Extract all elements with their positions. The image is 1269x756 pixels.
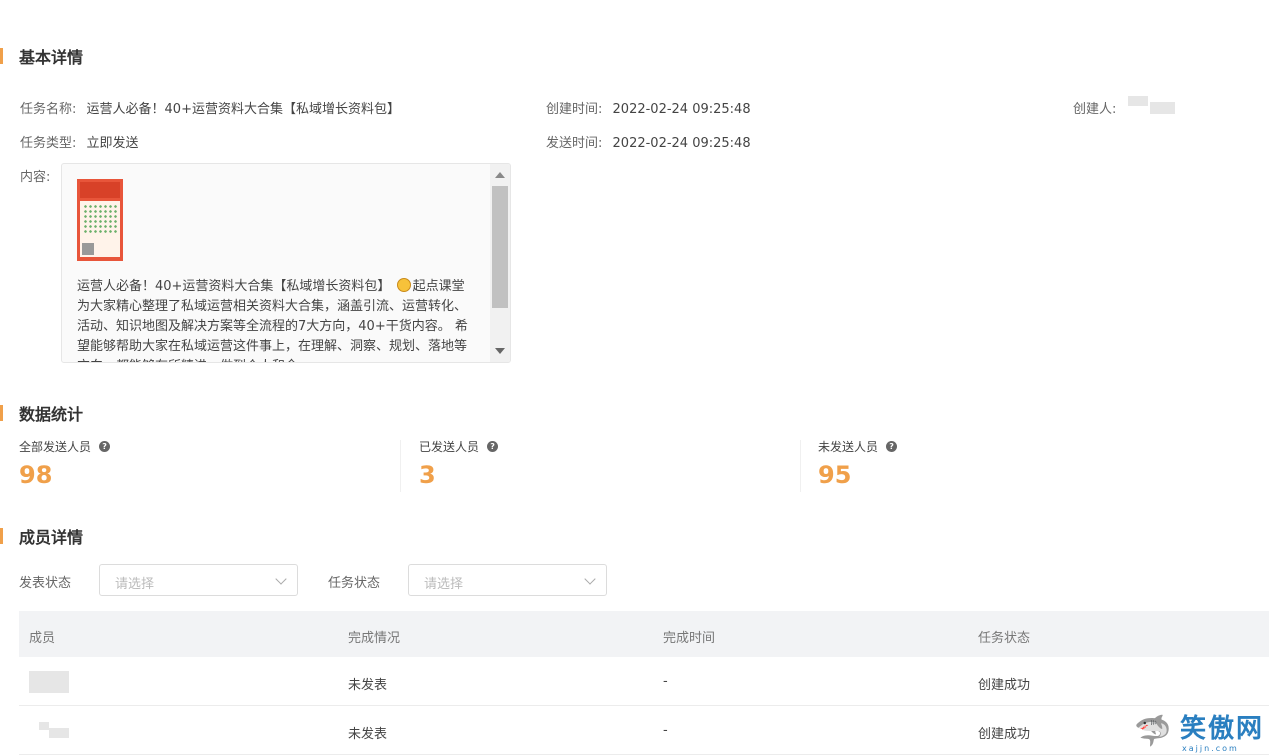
- completion-cell: 未发表: [348, 678, 388, 693]
- thumbnail-header: [80, 182, 120, 198]
- send-time-field: 发送时间: 2022-02-24 09:25:48: [546, 132, 751, 151]
- content-scroll-area[interactable]: 运营人必备！40+运营资料大合集【私域增长资料包】 起点课堂为大家精心整理了私域…: [62, 164, 490, 362]
- stat-divider: [400, 440, 401, 492]
- member-avatar: [39, 722, 49, 730]
- section-accent-bar: [0, 528, 3, 544]
- basic-section-title: 基本详情: [0, 46, 84, 67]
- stat-label-row: 全部发送人员 ?: [19, 438, 399, 455]
- stat-divider: [800, 440, 801, 492]
- members-section-title: 成员详情: [0, 526, 84, 547]
- completion-cell: 未发表: [348, 727, 388, 742]
- task-name-field: 任务名称: 运营人必备！40+运营资料大合集【私域增长资料包】: [20, 98, 400, 117]
- thumbnail-icons: [83, 204, 117, 234]
- stat-value: 95: [818, 461, 852, 489]
- creator-label: 创建人:: [1073, 102, 1117, 117]
- column-header-completion-time: 完成时间: [663, 631, 716, 646]
- watermark-text: 笑傲网: [1180, 714, 1265, 744]
- stat-total-recipients: 全部发送人员 ? 98: [19, 438, 399, 489]
- member-avatar: [49, 728, 69, 738]
- publish-status-label: 发表状态: [19, 576, 72, 591]
- content-label: 内容:: [20, 170, 51, 185]
- task-status-cell: 创建成功: [978, 727, 1031, 742]
- creator-blur: [1128, 96, 1148, 106]
- scroll-down-icon[interactable]: [495, 348, 505, 354]
- stat-label: 未发送人员: [818, 440, 879, 454]
- content-text-line1: 运营人必备！40+运营资料大合集【私域增长资料包】: [77, 279, 391, 294]
- help-icon[interactable]: ?: [886, 441, 898, 452]
- created-time-field: 创建时间: 2022-02-24 09:25:48: [546, 98, 751, 117]
- stat-label: 全部发送人员: [19, 440, 92, 454]
- watermark-logo: 🦈 笑傲网 xajjn.com: [1132, 712, 1269, 756]
- content-text: 运营人必备！40+运营资料大合集【私域增长资料包】 起点课堂为大家精心整理了私域…: [77, 277, 477, 362]
- column-header-task-status: 任务状态: [978, 631, 1031, 646]
- stat-value: 98: [19, 461, 53, 489]
- smile-emoji-icon: [396, 278, 411, 292]
- select-placeholder: 请选择: [115, 577, 155, 592]
- publish-status-select[interactable]: 请选择: [99, 564, 298, 596]
- task-status-cell: 创建成功: [978, 678, 1031, 693]
- task-type-value: 立即发送: [86, 136, 139, 151]
- help-icon[interactable]: ?: [99, 441, 111, 452]
- stats-section-title: 数据统计: [0, 403, 84, 424]
- creator-field: 创建人:: [1073, 98, 1116, 117]
- section-accent-bar: [0, 48, 3, 64]
- chevron-down-icon: [584, 573, 596, 585]
- stat-unsent-recipients: 未发送人员 ? 95: [818, 438, 1198, 489]
- task-type-field: 任务类型: 立即发送: [20, 132, 139, 151]
- chevron-down-icon: [275, 573, 287, 585]
- stat-label: 已发送人员: [419, 440, 480, 454]
- task-status-label: 任务状态: [328, 576, 381, 591]
- task-type-label: 任务类型:: [20, 136, 77, 151]
- shark-logo-icon: 🦈: [1134, 714, 1172, 749]
- created-time-label: 创建时间:: [546, 102, 603, 117]
- members-section-heading: 成员详情: [19, 528, 84, 547]
- select-placeholder: 请选择: [424, 577, 464, 592]
- creator-blur: [1150, 102, 1175, 114]
- scroll-up-icon[interactable]: [495, 172, 505, 178]
- task-status-select[interactable]: 请选择: [408, 564, 607, 596]
- stat-label-row: 未发送人员 ?: [818, 438, 1198, 455]
- members-table: 成员 完成情况 完成时间 任务状态 未发表 - 创建成功 未发表 - 创建成功: [19, 611, 1269, 755]
- stats-section-heading: 数据统计: [19, 405, 84, 424]
- qr-code-icon: [82, 243, 94, 255]
- task-name-value: 运营人必备！40+运营资料大合集【私域增长资料包】: [86, 102, 400, 117]
- content-scrollbar[interactable]: [490, 164, 510, 362]
- column-header-completion: 完成情况: [348, 631, 401, 646]
- created-time-value: 2022-02-24 09:25:48: [612, 102, 751, 117]
- column-header-member: 成员: [29, 631, 56, 646]
- task-name-label: 任务名称:: [20, 102, 77, 117]
- send-time-value: 2022-02-24 09:25:48: [612, 136, 751, 151]
- stat-label-row: 已发送人员 ?: [419, 438, 799, 455]
- content-box[interactable]: 运营人必备！40+运营资料大合集【私域增长资料包】 起点课堂为大家精心整理了私域…: [61, 163, 511, 363]
- content-image-thumbnail[interactable]: [77, 179, 123, 261]
- help-icon[interactable]: ?: [487, 441, 499, 452]
- completion-time-cell: -: [663, 674, 668, 689]
- section-accent-bar: [0, 405, 3, 421]
- completion-time-cell: -: [663, 723, 668, 738]
- table-row[interactable]: 未发表 - 创建成功: [19, 657, 1269, 706]
- scrollbar-thumb[interactable]: [492, 186, 508, 308]
- stat-value: 3: [419, 461, 436, 489]
- table-header: 成员 完成情况 完成时间 任务状态: [19, 611, 1269, 657]
- stat-sent-recipients: 已发送人员 ? 3: [419, 438, 799, 489]
- send-time-label: 发送时间:: [546, 136, 603, 151]
- watermark-url: xajjn.com: [1182, 744, 1239, 753]
- basic-section-heading: 基本详情: [19, 48, 84, 67]
- table-row[interactable]: 未发表 - 创建成功: [19, 706, 1269, 755]
- member-avatar: [29, 671, 69, 693]
